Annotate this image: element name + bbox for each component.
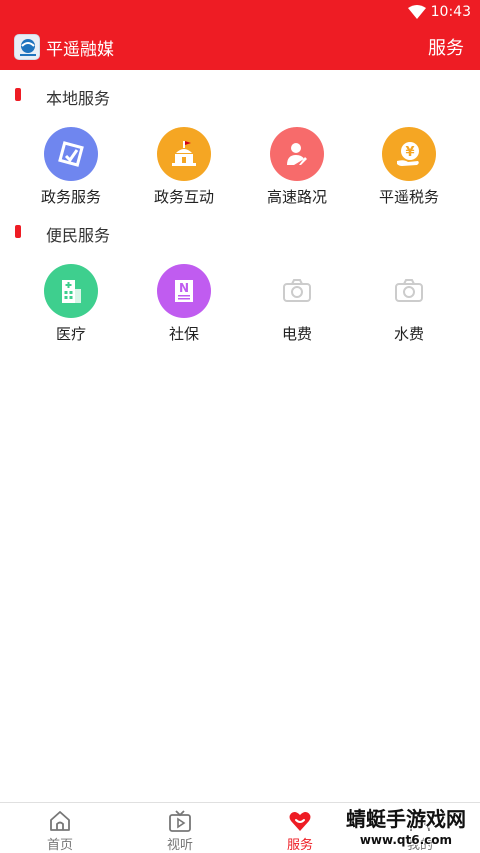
service-label: 高速路况 <box>266 188 327 206</box>
status-bar: 10:43 <box>0 0 480 24</box>
service-tile-medical[interactable]: 医疗 <box>11 264 131 354</box>
section-title: 便民服务 <box>46 226 111 245</box>
status-time: 10:43 <box>430 4 471 20</box>
gov-service-icon <box>44 127 98 181</box>
camera-placeholder-icon <box>382 264 436 318</box>
page-title: 服务 <box>428 38 464 59</box>
service-tile-social-security[interactable]: N 社保 <box>124 264 244 354</box>
tab-label: 视听 <box>166 838 193 853</box>
section-marker <box>15 225 21 238</box>
camera-placeholder-icon <box>270 264 324 318</box>
service-label: 平遥税务 <box>378 188 439 206</box>
svg-text:N: N <box>179 281 189 295</box>
wifi-icon <box>408 5 426 19</box>
service-label: 医疗 <box>55 325 86 343</box>
section-marker <box>15 88 21 101</box>
watermark-url: www.qt6.com <box>359 833 452 847</box>
tab-av[interactable]: 视听 <box>120 803 240 853</box>
app-name: 平遥融媒 <box>46 40 114 60</box>
service-tile-gov-interaction[interactable]: 政务互动 <box>124 127 244 217</box>
gov-building-icon <box>157 127 211 181</box>
hospital-icon <box>44 264 98 318</box>
service-label: 政务互动 <box>153 188 214 206</box>
convenience-services-grid: 医疗 N 社保 电费 水费 <box>0 264 480 354</box>
watermark-text: 蜻蜓手游戏网 <box>346 807 466 831</box>
service-tile-highway-status[interactable]: 高速路况 <box>237 127 357 217</box>
service-label: 电费 <box>281 325 312 343</box>
tv-play-icon <box>169 810 191 832</box>
heart-icon <box>289 812 311 831</box>
local-services-grid: 政务服务 政务互动 高速路况 ¥ 平遥税务 <box>0 127 480 217</box>
watermark: 蜻蜓手游戏网 www.qt6.com <box>336 803 466 851</box>
social-security-icon: N <box>157 264 211 318</box>
service-label: 水费 <box>393 325 424 343</box>
tax-yuan-icon: ¥ <box>382 127 436 181</box>
section-header-local-services: 本地服务 <box>0 80 480 110</box>
section-header-convenience-services: 便民服务 <box>0 217 480 247</box>
section-title: 本地服务 <box>46 89 111 108</box>
service-label: 政务服务 <box>40 188 101 206</box>
app-logo-icon <box>14 34 40 60</box>
service-tile-tax[interactable]: ¥ 平遥税务 <box>349 127 469 217</box>
service-tile-water[interactable]: 水费 <box>349 264 469 354</box>
service-tile-electricity[interactable]: 电费 <box>237 264 357 354</box>
svg-text:¥: ¥ <box>405 145 414 160</box>
tab-label: 首页 <box>46 838 73 853</box>
highway-status-icon <box>270 127 324 181</box>
service-tile-gov-service[interactable]: 政务服务 <box>11 127 131 217</box>
app-bar: 平遥融媒 服务 <box>0 24 480 70</box>
home-icon <box>50 811 70 831</box>
tab-home[interactable]: 首页 <box>0 803 120 853</box>
service-label: 社保 <box>168 325 199 343</box>
